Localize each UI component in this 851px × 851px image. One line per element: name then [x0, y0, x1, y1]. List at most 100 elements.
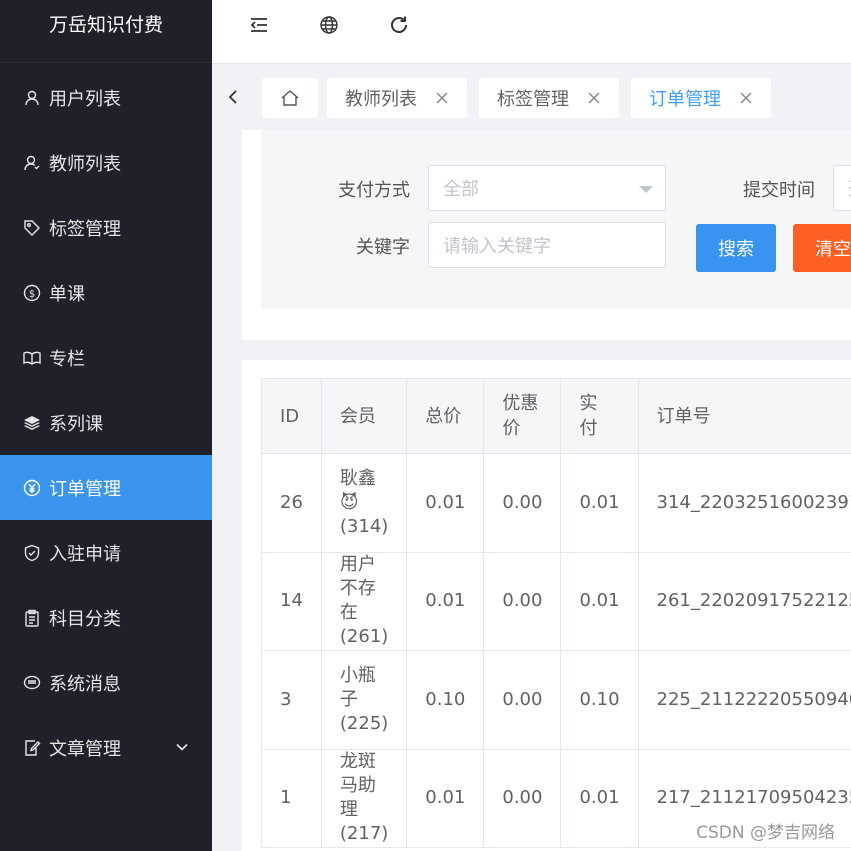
cell-member: 用户不存在 (261) [320, 551, 408, 651]
tag-label: 标签管理 [497, 89, 569, 110]
sidebar-item-label: 系列课 [49, 413, 103, 435]
filter-form [261, 130, 851, 309]
table-row[interactable]: 14 用户不存在 (261) 0.01 0.00 0.01 261_220209… [261, 551, 851, 651]
clipboard-icon [23, 609, 41, 627]
refresh-icon[interactable] [387, 13, 411, 37]
close-icon[interactable] [435, 91, 449, 105]
sidebar-item-label: 科目分类 [49, 608, 121, 630]
col-header-member[interactable]: 会员 [320, 378, 408, 454]
cell-paid: 0.10 [560, 650, 639, 750]
sidebar-item-label: 专栏 [49, 348, 85, 370]
cell-discount: 0.00 [483, 650, 562, 750]
brand-title: 万岳知识付费 [0, 0, 212, 63]
sidebar-item-label: 用户列表 [49, 88, 121, 110]
close-icon[interactable] [587, 91, 601, 105]
cell-total: 0.01 [406, 748, 485, 848]
sidebar-item-label: 单课 [49, 283, 85, 305]
edit-doc-icon [23, 739, 41, 757]
tag-label: 订单管理 [649, 89, 721, 110]
cell-member: 龙斑马助理 (217) [320, 748, 408, 848]
cell-member: 小瓶子 (225) [320, 650, 408, 750]
tag-home[interactable] [262, 78, 318, 118]
keyword-label: 关键字 [356, 237, 410, 258]
submit-time-start-input[interactable]: 开 [833, 165, 851, 211]
home-icon [281, 90, 299, 106]
teacher-icon [23, 154, 41, 172]
globe-icon[interactable] [317, 13, 341, 37]
cell-total: 0.01 [406, 453, 485, 553]
sidebar-item-articles[interactable]: 文章管理 [0, 715, 212, 780]
col-header-id[interactable]: ID [261, 378, 322, 454]
sidebar-item-label: 订单管理 [49, 478, 121, 500]
user-icon [23, 89, 41, 107]
cell-paid: 0.01 [560, 748, 639, 848]
cell-id: 14 [261, 551, 322, 651]
table-row[interactable]: 3 小瓶子 (225) 0.10 0.00 0.10 225_211222205… [261, 650, 851, 750]
cell-order-no: 314_22032516002391 [637, 453, 851, 553]
cell-order-no: 225_21122220550940 [637, 650, 851, 750]
cell-paid: 0.01 [560, 551, 639, 651]
tag-label: 教师列表 [345, 89, 417, 110]
chevron-down-icon[interactable] [174, 739, 190, 755]
sidebar-item-label: 系统消息 [49, 673, 121, 695]
cell-id: 3 [261, 650, 322, 750]
sidebar-item-users[interactable]: 用户列表 [0, 65, 212, 130]
tag-tag-manage[interactable]: 标签管理 [479, 78, 619, 118]
orders-table: ID 会员 总价 优惠价 实付 订单号 26 耿鑫😈 (314) 0.01 0.… [261, 378, 851, 848]
caret-down-icon [639, 186, 653, 193]
keyword-placeholder: 请输入关键字 [443, 236, 551, 257]
sidebar-item-label: 入驻申请 [49, 543, 121, 565]
sidebar-item-label: 教师列表 [49, 153, 121, 175]
tag-teacher-list[interactable]: 教师列表 [327, 78, 467, 118]
tags-view-bar: 教师列表 标签管理 订单管理 [212, 64, 851, 130]
sidebar-item-series[interactable]: 系列课 [0, 390, 212, 455]
sidebar-item-label: 标签管理 [49, 218, 121, 240]
watermark: CSDN @梦吉网络 [696, 823, 835, 843]
sidebar-item-messages[interactable]: 系统消息 [0, 650, 212, 715]
chevron-left-icon[interactable] [222, 86, 244, 108]
shield-check-icon [23, 544, 41, 562]
table-row[interactable]: 26 耿鑫😈 (314) 0.01 0.00 0.01 314_22032516… [261, 453, 851, 553]
cell-id: 26 [261, 453, 322, 553]
sidebar-item-apply[interactable]: 入驻申请 [0, 520, 212, 585]
cell-total: 0.01 [406, 551, 485, 651]
search-button[interactable]: 搜索 [696, 224, 776, 272]
dollar-circle-icon: $ [23, 284, 41, 302]
table-header-row: ID 会员 总价 优惠价 实付 订单号 [261, 378, 851, 454]
col-header-order-no[interactable]: 订单号 [637, 378, 851, 454]
pay-method-label: 支付方式 [338, 180, 410, 201]
svg-text:$: $ [29, 289, 35, 300]
close-icon[interactable] [739, 91, 753, 105]
cell-total: 0.10 [406, 650, 485, 750]
col-header-paid[interactable]: 实付 [560, 378, 639, 454]
clear-button[interactable]: 清空 [793, 224, 851, 272]
tag-icon [23, 219, 41, 237]
cell-member: 耿鑫😈 (314) [320, 453, 408, 553]
layers-icon [23, 414, 41, 432]
sidebar-item-tags[interactable]: 标签管理 [0, 195, 212, 260]
message-icon [23, 674, 41, 692]
menu-fold-icon[interactable] [247, 13, 271, 37]
tag-order-manage[interactable]: 订单管理 [631, 78, 771, 118]
cell-paid: 0.01 [560, 453, 639, 553]
col-header-discount[interactable]: 优惠价 [483, 378, 562, 454]
sidebar-item-teachers[interactable]: 教师列表 [0, 130, 212, 195]
top-navbar [212, 0, 851, 64]
sidebar-item-orders[interactable]: 订单管理 [0, 455, 212, 520]
cell-discount: 0.00 [483, 551, 562, 651]
cell-id: 1 [261, 748, 322, 848]
col-header-total[interactable]: 总价 [406, 378, 485, 454]
cell-discount: 0.00 [483, 453, 562, 553]
sidebar-item-single-course[interactable]: $ 单课 [0, 260, 212, 325]
sidebar-item-column[interactable]: 专栏 [0, 325, 212, 390]
cell-discount: 0.00 [483, 748, 562, 848]
pay-method-value: 全部 [443, 179, 479, 200]
submit-time-label: 提交时间 [743, 180, 815, 201]
sidebar-item-label: 文章管理 [49, 738, 121, 760]
keyword-input[interactable]: 请输入关键字 [428, 222, 666, 268]
pay-method-select[interactable]: 全部 [428, 165, 666, 211]
yen-circle-icon [23, 479, 41, 497]
cell-order-no: 261_22020917522125 [637, 551, 851, 651]
sidebar: 万岳知识付费 用户列表 教师列表 标签管理 $ 单课 专栏 系列课 订单管理 入… [0, 0, 212, 851]
sidebar-item-subject[interactable]: 科目分类 [0, 585, 212, 650]
